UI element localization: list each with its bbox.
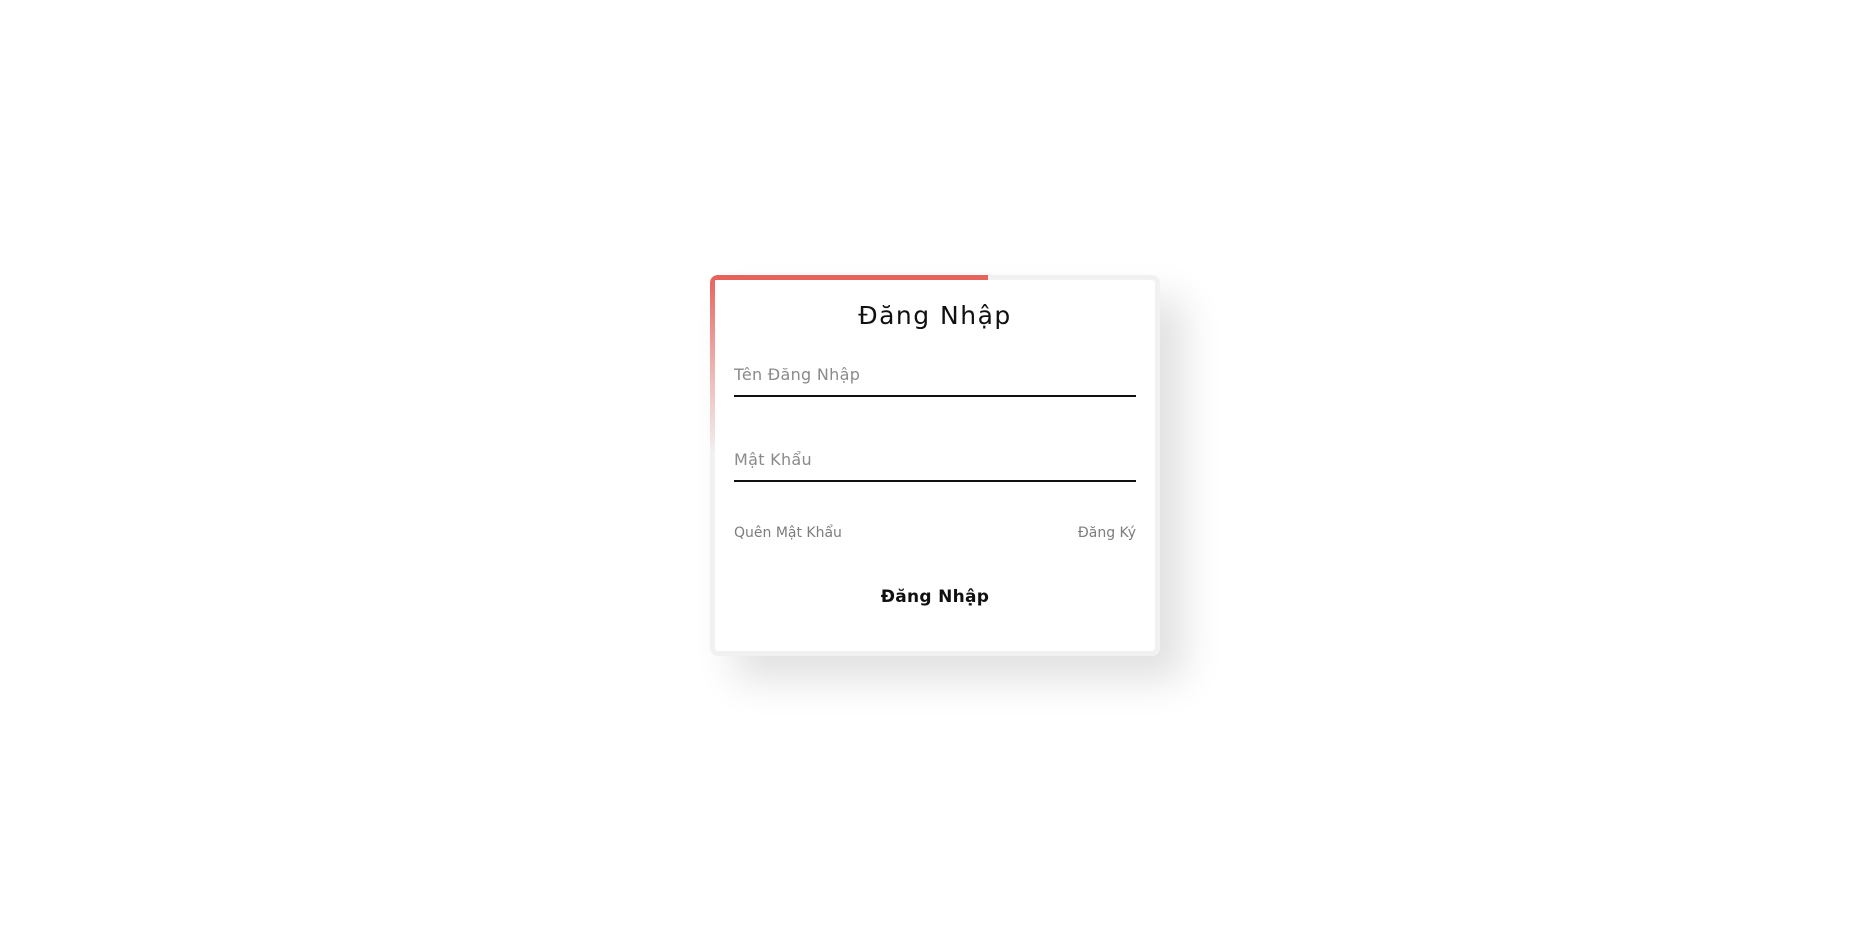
username-input[interactable]	[734, 355, 1136, 393]
accent-bar-left	[710, 275, 715, 455]
accent-bar-top	[710, 275, 988, 280]
register-link[interactable]: Đăng Ký	[1078, 525, 1136, 541]
page: Đăng Nhập Quên Mật Khẩu Đăng Ký Đăng Nhậ…	[0, 0, 1873, 934]
password-input[interactable]	[734, 440, 1136, 478]
username-field	[734, 355, 1136, 397]
login-title: Đăng Nhập	[858, 301, 1012, 330]
login-submit-button[interactable]: Đăng Nhập	[835, 579, 1035, 615]
login-card-wrapper: Đăng Nhập Quên Mật Khẩu Đăng Ký Đăng Nhậ…	[710, 275, 1160, 656]
forgot-password-link[interactable]: Quên Mật Khẩu	[734, 525, 842, 541]
password-field	[734, 440, 1136, 482]
auth-links: Quên Mật Khẩu Đăng Ký	[734, 523, 1136, 543]
login-card: Đăng Nhập Quên Mật Khẩu Đăng Ký Đăng Nhậ…	[710, 275, 1160, 656]
